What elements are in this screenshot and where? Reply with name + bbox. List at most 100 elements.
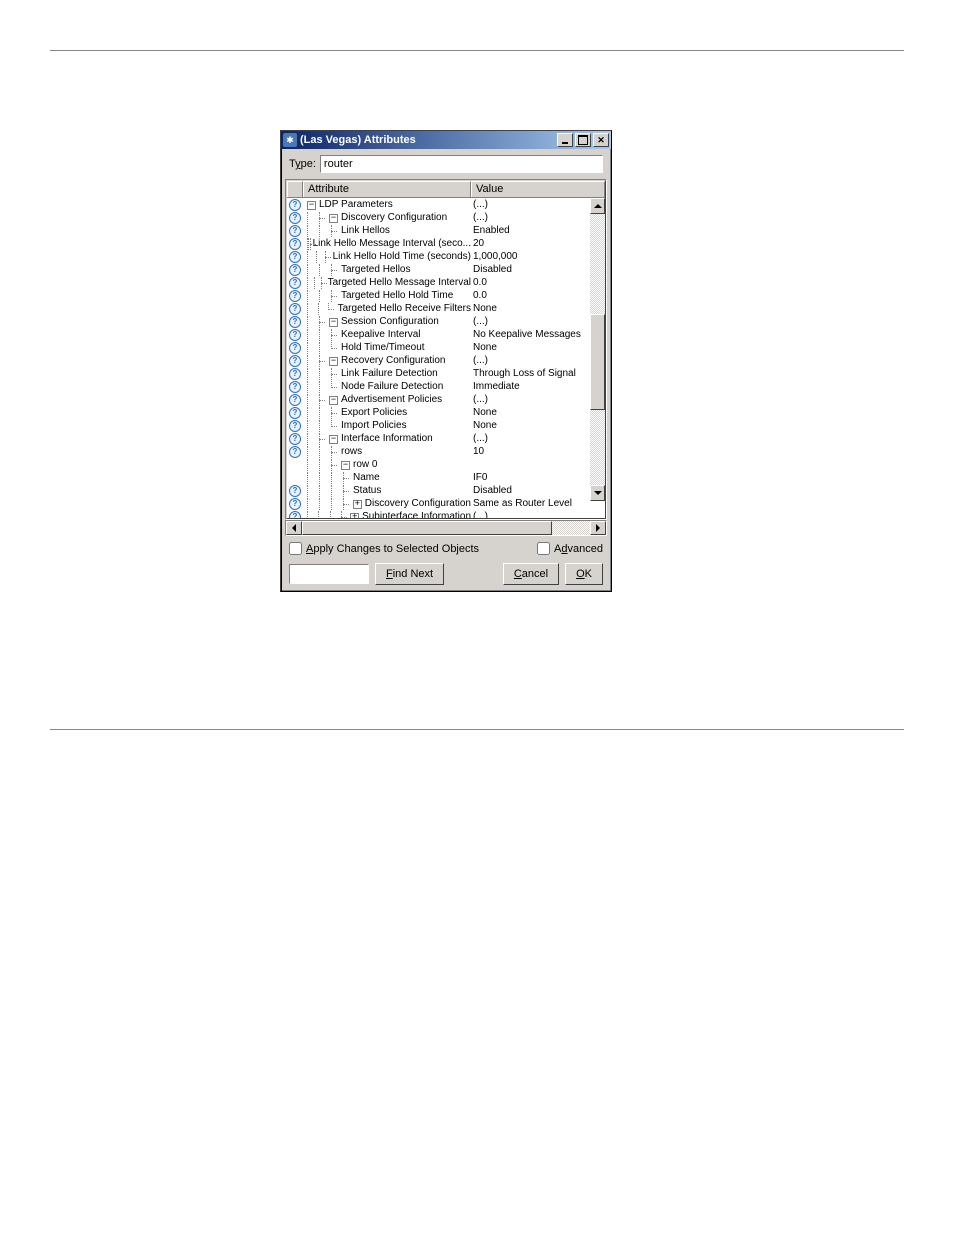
help-icon[interactable]: ? [289, 420, 301, 432]
collapse-icon[interactable] [329, 318, 338, 327]
attr-value[interactable] [471, 458, 605, 471]
help-icon[interactable]: ? [289, 381, 301, 393]
help-icon[interactable]: ? [289, 264, 301, 276]
attr-value[interactable]: (...) [471, 393, 605, 406]
attr-value[interactable]: Same as Router Level [471, 497, 605, 510]
table-row[interactable]: ?Keepalive IntervalNo Keepalive Messages [287, 328, 605, 341]
attr-value[interactable]: 10 [471, 445, 605, 458]
help-icon[interactable]: ? [289, 485, 301, 497]
horizontal-scrollbar[interactable] [285, 520, 607, 536]
table-row[interactable]: ?Node Failure DetectionImmediate [287, 380, 605, 393]
table-row[interactable]: row 0 [287, 458, 605, 471]
attr-value[interactable]: 1,000,000 [471, 250, 605, 263]
apply-changes-checkbox[interactable]: Apply Changes to Selected Objects [289, 542, 479, 555]
help-icon[interactable]: ? [289, 316, 301, 328]
collapse-icon[interactable] [329, 357, 338, 366]
attr-value[interactable]: Disabled [471, 484, 605, 497]
attr-value[interactable]: (...) [471, 432, 605, 445]
help-icon[interactable]: ? [289, 394, 301, 406]
attr-value[interactable]: IF0 [471, 471, 605, 484]
table-row[interactable]: NameIF0 [287, 471, 605, 484]
table-row[interactable]: ?Targeted Hello Receive FiltersNone [287, 302, 605, 315]
table-row[interactable]: ?Recovery Configuration(...) [287, 354, 605, 367]
table-row[interactable]: ?Targeted Hello Message Interval0.0 [287, 276, 605, 289]
table-row[interactable]: ?rows10 [287, 445, 605, 458]
help-icon[interactable]: ? [289, 212, 301, 224]
table-row[interactable]: ?Link HellosEnabled [287, 224, 605, 237]
attr-value[interactable]: (...) [471, 315, 605, 328]
table-row[interactable]: ?Link Failure DetectionThrough Loss of S… [287, 367, 605, 380]
collapse-icon[interactable] [341, 461, 350, 470]
scroll-down-button[interactable] [590, 485, 605, 501]
table-row[interactable]: ?Interface Information(...) [287, 432, 605, 445]
grid-body[interactable]: ?LDP Parameters(...)?Discovery Configura… [287, 198, 605, 518]
table-row[interactable]: ?Subinterface Information(...) [287, 510, 605, 518]
attr-value[interactable]: (...) [471, 354, 605, 367]
attr-value[interactable]: No Keepalive Messages [471, 328, 605, 341]
scroll-thumb[interactable] [590, 314, 605, 410]
table-row[interactable]: ?Import PoliciesNone [287, 419, 605, 432]
type-input[interactable] [320, 155, 603, 173]
table-row[interactable]: ?Hold Time/TimeoutNone [287, 341, 605, 354]
attr-value[interactable]: 0.0 [471, 289, 605, 302]
scroll-left-button[interactable] [286, 521, 302, 535]
collapse-icon[interactable] [329, 396, 338, 405]
attr-value[interactable]: 0.0 [471, 276, 605, 289]
col-attribute[interactable]: Attribute [303, 181, 471, 197]
close-button[interactable] [593, 133, 609, 147]
attr-value[interactable]: (...) [471, 211, 605, 224]
find-next-button[interactable]: Find Next [375, 563, 444, 585]
table-row[interactable]: ?Link Hello Message Interval (seco...20 [287, 237, 605, 250]
expand-icon[interactable] [350, 513, 359, 518]
collapse-icon[interactable] [329, 435, 338, 444]
expand-icon[interactable] [353, 500, 362, 509]
collapse-icon[interactable] [307, 201, 316, 210]
minimize-button[interactable] [557, 133, 573, 147]
help-icon[interactable]: ? [289, 368, 301, 380]
help-icon[interactable]: ? [289, 329, 301, 341]
table-row[interactable]: ?StatusDisabled [287, 484, 605, 497]
vertical-scrollbar[interactable] [589, 198, 605, 501]
attr-value[interactable]: None [471, 302, 605, 315]
table-row[interactable]: ?Targeted HellosDisabled [287, 263, 605, 276]
table-row[interactable]: ?Export PoliciesNone [287, 406, 605, 419]
help-icon[interactable]: ? [289, 238, 301, 250]
table-row[interactable]: ?Advertisement Policies(...) [287, 393, 605, 406]
help-icon[interactable]: ? [289, 225, 301, 237]
help-icon[interactable]: ? [289, 498, 301, 510]
attr-value[interactable]: 20 [471, 237, 605, 250]
advanced-checkbox[interactable]: Advanced [537, 542, 603, 555]
find-input[interactable] [289, 564, 369, 584]
attr-value[interactable]: Immediate [471, 380, 605, 393]
table-row[interactable]: ?Session Configuration(...) [287, 315, 605, 328]
cancel-button[interactable]: Cancel [503, 563, 559, 585]
hscroll-thumb[interactable] [302, 521, 552, 535]
help-icon[interactable]: ? [289, 303, 301, 315]
attr-value[interactable]: Through Loss of Signal [471, 367, 605, 380]
help-icon[interactable]: ? [289, 407, 301, 419]
table-row[interactable]: ?LDP Parameters(...) [287, 198, 605, 211]
help-icon[interactable]: ? [289, 433, 301, 445]
collapse-icon[interactable] [329, 214, 338, 223]
table-row[interactable]: ?Discovery Configuration(...) [287, 211, 605, 224]
attr-value[interactable]: None [471, 406, 605, 419]
scroll-right-button[interactable] [590, 521, 606, 535]
help-icon[interactable]: ? [289, 277, 301, 289]
col-value[interactable]: Value [471, 181, 605, 197]
scroll-up-button[interactable] [590, 198, 605, 214]
help-icon[interactable]: ? [289, 355, 301, 367]
table-row[interactable]: ?Discovery ConfigurationSame as Router L… [287, 497, 605, 510]
help-icon[interactable]: ? [289, 446, 301, 458]
help-icon[interactable]: ? [289, 342, 301, 354]
titlebar[interactable]: (Las Vegas) Attributes [281, 131, 611, 149]
help-icon[interactable]: ? [289, 199, 301, 211]
table-row[interactable]: ?Link Hello Hold Time (seconds)1,000,000 [287, 250, 605, 263]
attr-value[interactable]: None [471, 419, 605, 432]
ok-button[interactable]: OK [565, 563, 603, 585]
help-icon[interactable]: ? [289, 290, 301, 302]
help-icon[interactable]: ? [289, 251, 301, 263]
attr-value[interactable]: Enabled [471, 224, 605, 237]
attr-value[interactable]: None [471, 341, 605, 354]
attr-value[interactable]: (...) [471, 198, 605, 211]
table-row[interactable]: ?Targeted Hello Hold Time0.0 [287, 289, 605, 302]
